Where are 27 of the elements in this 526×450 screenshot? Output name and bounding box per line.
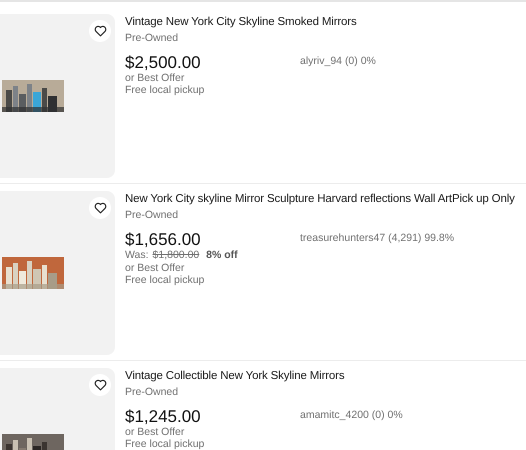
favorite-button[interactable] xyxy=(89,20,111,42)
condition-label: Pre-Owned xyxy=(125,31,180,46)
best-offer-label: or Best Offer xyxy=(125,262,186,274)
seller-info: treasurehunters47 (4,291) 99.8% xyxy=(300,231,454,246)
heart-icon xyxy=(94,202,106,214)
favorite-button[interactable] xyxy=(89,197,111,219)
listing-title[interactable]: New York City skyline Mirror Sculpture Harvard reflections Wall ArtPick up Only xyxy=(125,192,526,207)
seller-info: alyriv_94 (0) 0% xyxy=(300,54,376,69)
heart-icon xyxy=(94,25,106,37)
seller-info: amamitc_4200 (0) 0% xyxy=(300,408,403,423)
listing-title[interactable]: Vintage Collectible New York Skyline Mirrors xyxy=(125,369,526,384)
shipping-label: Free local pickup xyxy=(125,274,206,286)
shipping-label: Free local pickup xyxy=(125,438,206,450)
condition-label: Pre-Owned xyxy=(125,208,180,223)
condition-label: Pre-Owned xyxy=(125,385,180,400)
heart-icon xyxy=(94,379,106,391)
price: $1,656.00 xyxy=(125,231,202,249)
was-label: Was: xyxy=(125,249,149,262)
discount-label: 8% off xyxy=(205,249,238,262)
best-offer-label: or Best Offer xyxy=(125,72,186,84)
listing-title[interactable]: Vintage New York City Skyline Smoked Mirrors xyxy=(125,15,526,30)
shipping-label: Free local pickup xyxy=(125,84,206,96)
favorite-button[interactable] xyxy=(89,374,111,396)
price: $1,245.00 xyxy=(125,408,202,426)
original-price: $1,800.00 xyxy=(152,249,200,262)
price: $2,500.00 xyxy=(125,54,202,72)
best-offer-label: or Best Offer xyxy=(125,426,186,438)
